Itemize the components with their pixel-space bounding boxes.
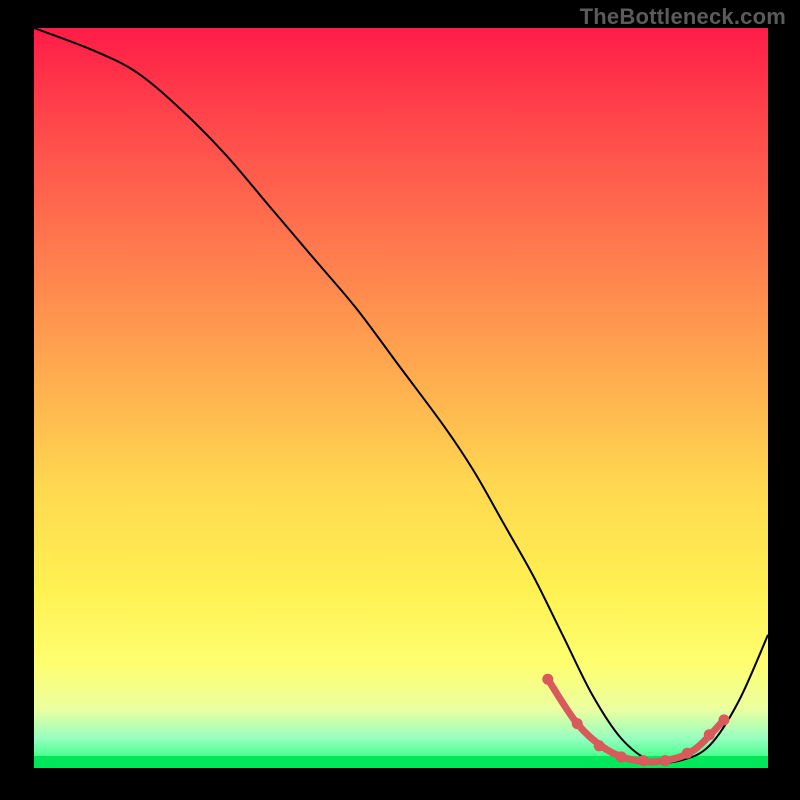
- highlight-dot: [638, 755, 649, 766]
- chart-plot-area: [34, 28, 768, 768]
- highlight-dot: [542, 674, 553, 685]
- highlight-dot: [719, 714, 730, 725]
- highlight-dot: [572, 718, 583, 729]
- watermark-text: TheBottleneck.com: [580, 4, 786, 30]
- highlight-dot: [616, 751, 627, 762]
- highlight-dot: [682, 748, 693, 759]
- highlight-dot: [660, 755, 671, 766]
- highlight-dot: [704, 729, 715, 740]
- curve-line: [34, 28, 768, 763]
- chart-svg: [34, 28, 768, 768]
- highlight-dot: [594, 740, 605, 751]
